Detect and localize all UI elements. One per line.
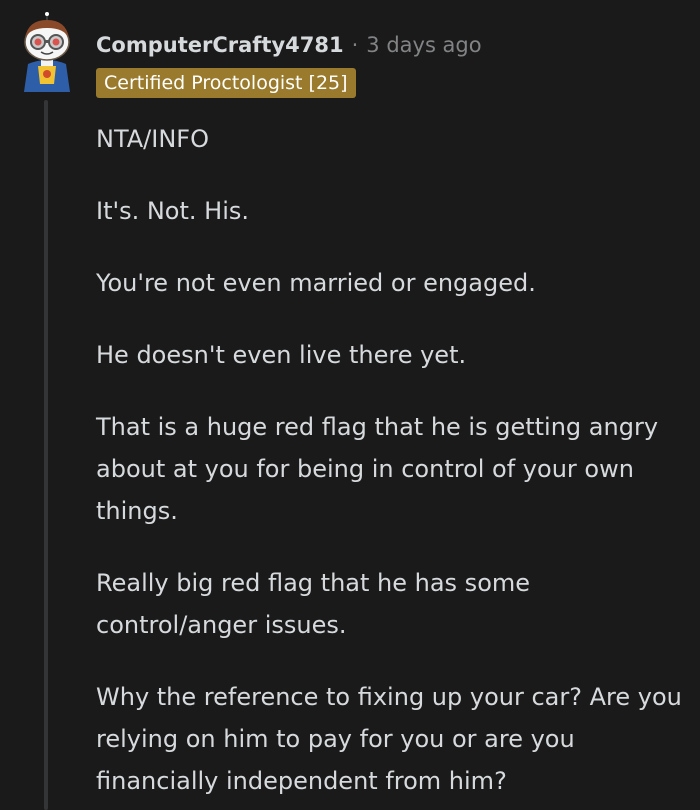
- snoo-avatar-icon: [24, 12, 70, 92]
- user-flair-badge: Certified Proctologist [25]: [96, 68, 356, 98]
- comment-paragraph: Why the reference to fixing up your car?…: [96, 683, 682, 795]
- comment-timestamp[interactable]: 3 days ago: [366, 33, 481, 57]
- comment-header: ComputerCrafty4781 · 3 days ago: [96, 30, 482, 60]
- comment-paragraph: Really big red flag that he has some con…: [96, 569, 531, 639]
- meta-separator: ·: [351, 33, 359, 57]
- comment-paragraph: You're not even married or engaged.: [96, 269, 536, 297]
- thread-collapse-line[interactable]: [44, 100, 48, 810]
- username-link[interactable]: ComputerCrafty4781: [96, 33, 344, 57]
- comment-paragraph: NTA/INFO: [96, 125, 209, 153]
- user-avatar[interactable]: [14, 12, 80, 92]
- comment-body: NTA/INFO It's. Not. His. You're not even…: [96, 118, 686, 810]
- comment-paragraph: It's. Not. His.: [96, 197, 249, 225]
- comment-paragraph: He doesn't even live there yet.: [96, 341, 467, 369]
- comment-paragraph: That is a huge red flag that he is getti…: [96, 413, 659, 525]
- comment: ComputerCrafty4781 · 3 days ago Certifie…: [0, 0, 700, 810]
